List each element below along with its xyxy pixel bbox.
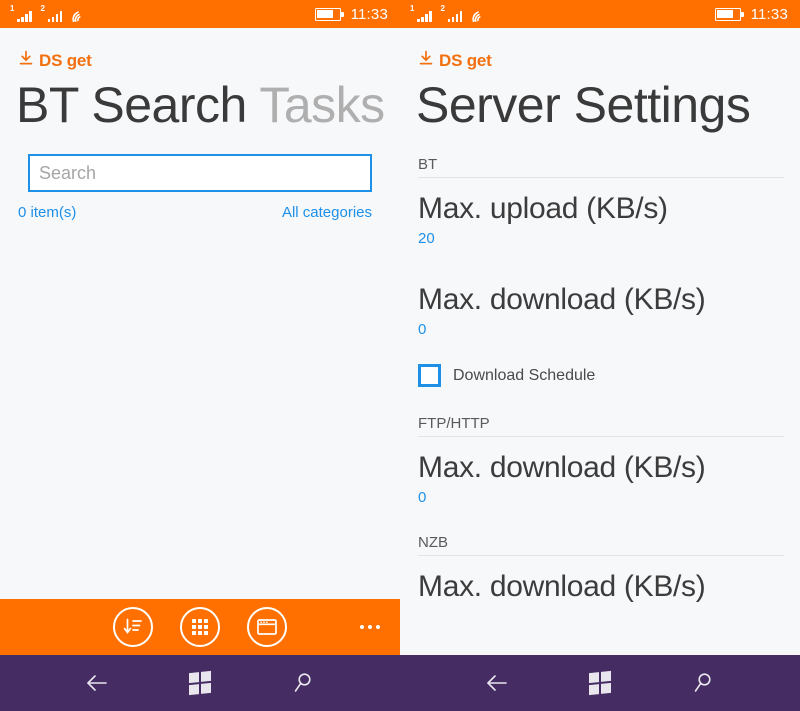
pivot-tasks[interactable]: Tasks — [259, 77, 385, 133]
download-schedule-label: Download Schedule — [453, 366, 596, 384]
setting-label: Max. download (KB/s) — [418, 283, 706, 316]
status-bar-right-group: 11:33 — [714, 0, 788, 28]
status-bar-indicators-right: 1 2 — [410, 4, 489, 22]
back-arrow-icon[interactable] — [476, 662, 518, 704]
more-options-button[interactable] — [360, 625, 380, 629]
download-icon — [18, 50, 34, 72]
wifi-icon — [71, 8, 89, 22]
settings-list: BT Max. upload (KB/s) 20 Max. download (… — [400, 136, 800, 604]
setting-item[interactable]: Max. download (KB/s) 0 — [418, 283, 784, 338]
search-container — [0, 136, 400, 192]
battery-icon — [314, 7, 344, 21]
clock-label: 11:33 — [750, 5, 788, 23]
setting-value[interactable]: 0 — [418, 321, 784, 338]
app-logo-label: DS get — [39, 51, 92, 70]
setting-item[interactable]: Max. download (KB/s) 0 — [418, 451, 784, 506]
status-bar-left: 1 2 11:33 — [0, 0, 400, 28]
windows-start-icon[interactable] — [579, 662, 621, 704]
page-title-left: BT Search Tasks — [0, 74, 400, 136]
setting-value[interactable]: 0 — [418, 489, 784, 506]
device-screenshot: 1 2 11:33 DS get BT Search Tasks Search … — [0, 0, 800, 711]
page-title-right: Server Settings — [416, 77, 751, 133]
setting-label: Max. download (KB/s) — [418, 570, 706, 603]
signal-strength-icon-1: 1 — [410, 4, 432, 22]
sim-2-label: 2 — [440, 4, 445, 13]
app-logo-right: DS get — [400, 28, 800, 72]
setting-item[interactable]: Max. download (KB/s) — [418, 570, 784, 604]
system-nav-bar — [0, 655, 800, 711]
windows-start-icon[interactable] — [179, 662, 221, 704]
back-arrow-icon[interactable] — [76, 662, 118, 704]
signal-strength-icon-2: 2 — [440, 4, 462, 22]
download-icon — [418, 50, 434, 72]
signal-strength-icon-1: 1 — [10, 4, 32, 22]
setting-label: Max. download (KB/s) — [418, 451, 706, 484]
panels-container: 1 2 11:33 DS get BT Search Tasks Search … — [0, 0, 800, 655]
pivot-bt-search[interactable]: BT Search — [16, 77, 247, 133]
search-icon[interactable] — [282, 662, 324, 704]
status-bar-right-panel: 1 2 11:33 — [400, 0, 800, 28]
sim-2-label: 2 — [40, 4, 45, 13]
sim-1-label: 1 — [410, 4, 415, 13]
sim-1-label: 1 — [10, 4, 15, 13]
battery-icon — [714, 7, 744, 21]
section-header-bt: BT — [418, 148, 784, 178]
left-panel-bt-search: 1 2 11:33 DS get BT Search Tasks Search … — [0, 0, 400, 655]
download-schedule-checkbox[interactable] — [418, 364, 441, 387]
app-logo-label: DS get — [439, 51, 492, 70]
wifi-icon — [471, 8, 489, 22]
nav-bar-left — [0, 655, 400, 711]
search-meta-row: 0 item(s) All categories — [0, 192, 400, 221]
section-header-nzb: NZB — [418, 520, 784, 556]
section-header-ftp-http: FTP/HTTP — [418, 401, 784, 437]
status-bar-right: 11:33 — [314, 0, 388, 28]
status-bar-indicators: 1 2 — [10, 4, 89, 22]
signal-strength-icon-2: 2 — [40, 4, 62, 22]
app-logo-left: DS get — [0, 28, 400, 72]
setting-item[interactable]: Max. upload (KB/s) 20 — [418, 192, 784, 247]
right-panel-server-settings: 1 2 11:33 DS get Server Settings BT Max.… — [400, 0, 800, 655]
download-schedule-checkbox-row[interactable]: Download Schedule — [418, 364, 784, 387]
nav-bar-right — [400, 655, 800, 711]
sort-download-icon[interactable] — [113, 607, 153, 647]
setting-value[interactable]: 20 — [418, 230, 784, 247]
search-input[interactable] — [28, 154, 372, 192]
item-count-label: 0 item(s) — [18, 204, 77, 221]
all-categories-link[interactable]: All categories — [282, 204, 372, 221]
grid-apps-icon[interactable] — [180, 607, 220, 647]
search-icon[interactable] — [682, 662, 724, 704]
clock-label: 11:33 — [350, 5, 388, 23]
setting-label: Max. upload (KB/s) — [418, 192, 668, 225]
window-icon[interactable] — [247, 607, 287, 647]
bottom-app-bar — [0, 599, 400, 655]
